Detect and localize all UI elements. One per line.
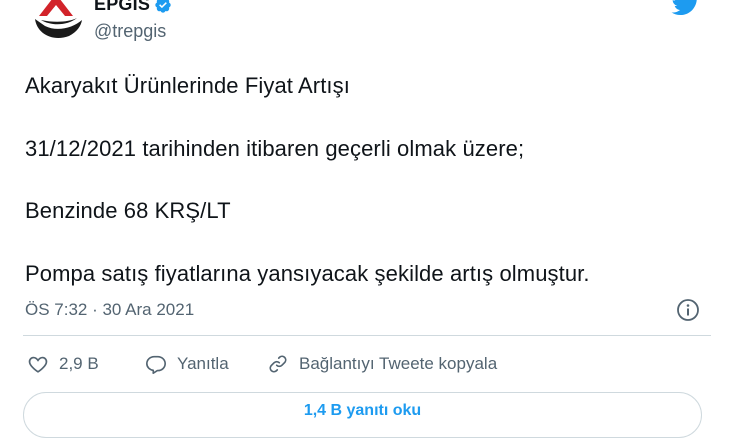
epgis-logo-icon <box>29 0 83 42</box>
reply-button[interactable]: Yanıtla <box>145 353 229 375</box>
verified-badge-icon <box>155 0 171 13</box>
heart-icon <box>28 356 48 373</box>
link-icon <box>269 355 287 373</box>
like-count: 2,9 B <box>59 354 99 373</box>
reply-bubble-icon <box>146 355 166 374</box>
copy-link-label: Bağlantıyı Tweete kopyala <box>299 354 498 373</box>
twitter-bird-icon[interactable] <box>671 0 701 16</box>
divider <box>23 335 711 336</box>
display-name[interactable]: EPGIS <box>94 0 150 15</box>
tweet-text-line: Akaryakıt Ürünlerinde Fiyat Artışı <box>25 73 350 98</box>
reply-label: Yanıtla <box>177 354 229 373</box>
tweet-text-line: 31/12/2021 tarihinden itibaren geçerli o… <box>25 136 525 161</box>
author-name-row[interactable]: EPGIS <box>94 0 172 15</box>
tweet-text-line: Pompa satış fiyatlarına yansıyacak şekil… <box>25 261 590 286</box>
read-replies-button[interactable]: 1,4 B yanıtı oku <box>23 392 702 438</box>
tweet-text-line: Benzinde 68 KRŞ/LT <box>25 198 231 223</box>
copy-link-button[interactable]: Bağlantıyı Tweete kopyala <box>267 353 497 375</box>
like-button[interactable]: 2,9 B <box>27 353 99 375</box>
tweet-card: EPGIS @trepgis Akaryakıt Ürünlerinde Fiy… <box>0 0 740 438</box>
avatar[interactable] <box>27 0 85 44</box>
info-icon[interactable] <box>676 298 700 322</box>
user-handle[interactable]: @trepgis <box>94 21 166 42</box>
tweet-timestamp[interactable]: ÖS 7:32 · 30 Ara 2021 <box>25 300 194 320</box>
